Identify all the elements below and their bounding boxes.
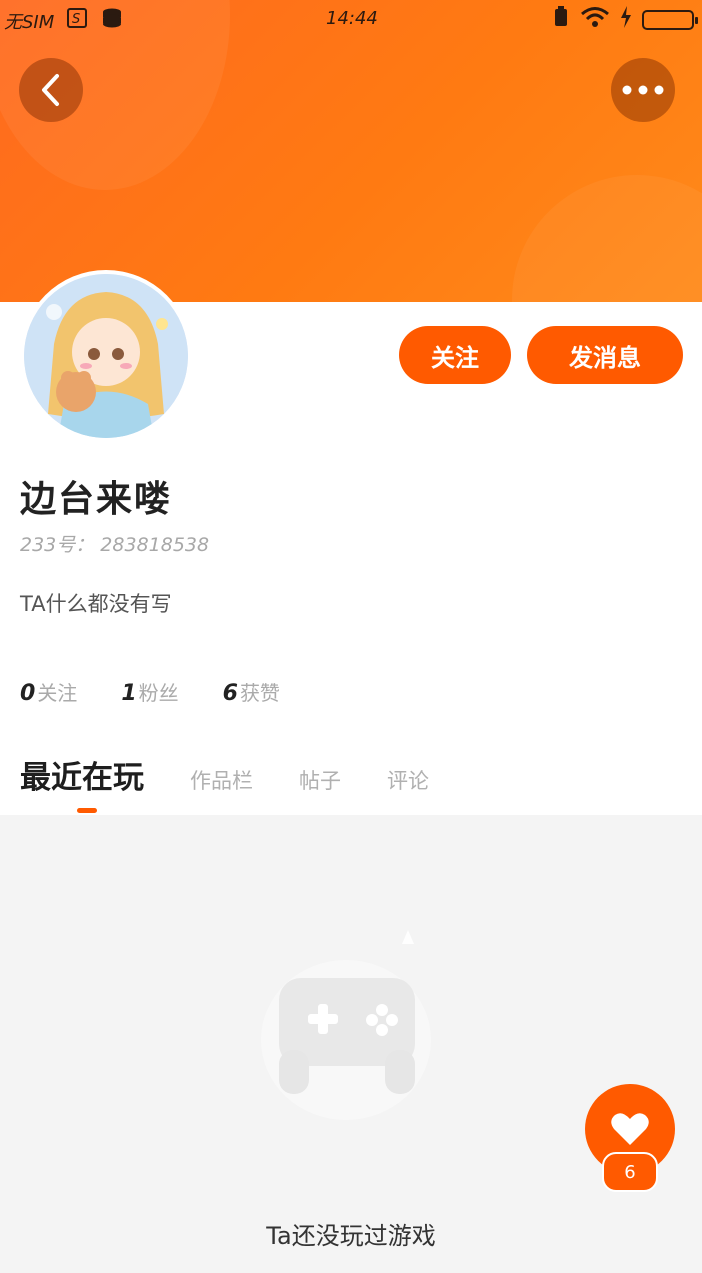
battery-icon: [642, 9, 698, 30]
profile-cover: [0, 0, 702, 302]
follow-button[interactable]: 关注: [399, 326, 511, 384]
clock: 14:44: [326, 8, 378, 29]
carrier-label: 无SIM: [4, 11, 55, 33]
stat-label: 获赞: [239, 681, 280, 705]
svg-text:S: S: [72, 12, 80, 27]
stats-row: 0 关注 1 粉丝 6 获赞: [20, 677, 280, 706]
stat-label: 粉丝: [138, 681, 179, 705]
tab-comments[interactable]: 评论: [387, 765, 429, 795]
user-bio: TA什么都没有写: [20, 592, 172, 616]
avatar-image: [24, 274, 188, 438]
wifi-icon: [580, 6, 610, 33]
like-count-badge: 6: [602, 1152, 658, 1192]
gamepad-icon: [246, 930, 446, 1130]
stat-following[interactable]: 0 关注: [20, 677, 77, 706]
more-dots-icon: [622, 85, 664, 95]
active-tab-indicator: [77, 808, 97, 813]
avatar[interactable]: [20, 270, 192, 442]
stat-likes[interactable]: 6 获赞: [223, 677, 280, 706]
empty-state-text: Ta还没玩过游戏: [266, 1222, 436, 1250]
stat-number: 1: [121, 681, 137, 706]
heart-icon: [611, 1113, 649, 1145]
tab-posts[interactable]: 帖子: [299, 765, 341, 795]
more-button[interactable]: [611, 58, 675, 122]
sim-icon: S: [66, 7, 88, 34]
stat-number: 0: [20, 681, 36, 706]
send-message-button[interactable]: 发消息: [527, 326, 683, 384]
stat-followers[interactable]: 1 粉丝: [121, 677, 178, 706]
profile-tabs: 最近在玩 作品栏 帖子 评论: [20, 752, 475, 797]
stat-number: 6: [222, 681, 238, 706]
tab-recently-played[interactable]: 最近在玩: [20, 752, 144, 797]
status-bar: 无SIM S 14:44: [0, 0, 702, 36]
username: 边台来喽: [20, 479, 173, 520]
database-icon: [100, 7, 124, 34]
tab-works[interactable]: 作品栏: [190, 765, 253, 795]
charging-icon: [620, 6, 632, 33]
user-id: 233号： 283818538: [20, 534, 210, 556]
chevron-left-icon: [42, 74, 59, 106]
stat-label: 关注: [37, 681, 78, 705]
cover-decoration: [512, 175, 702, 302]
back-button[interactable]: [19, 58, 83, 122]
battery-saver-icon: [552, 6, 570, 33]
